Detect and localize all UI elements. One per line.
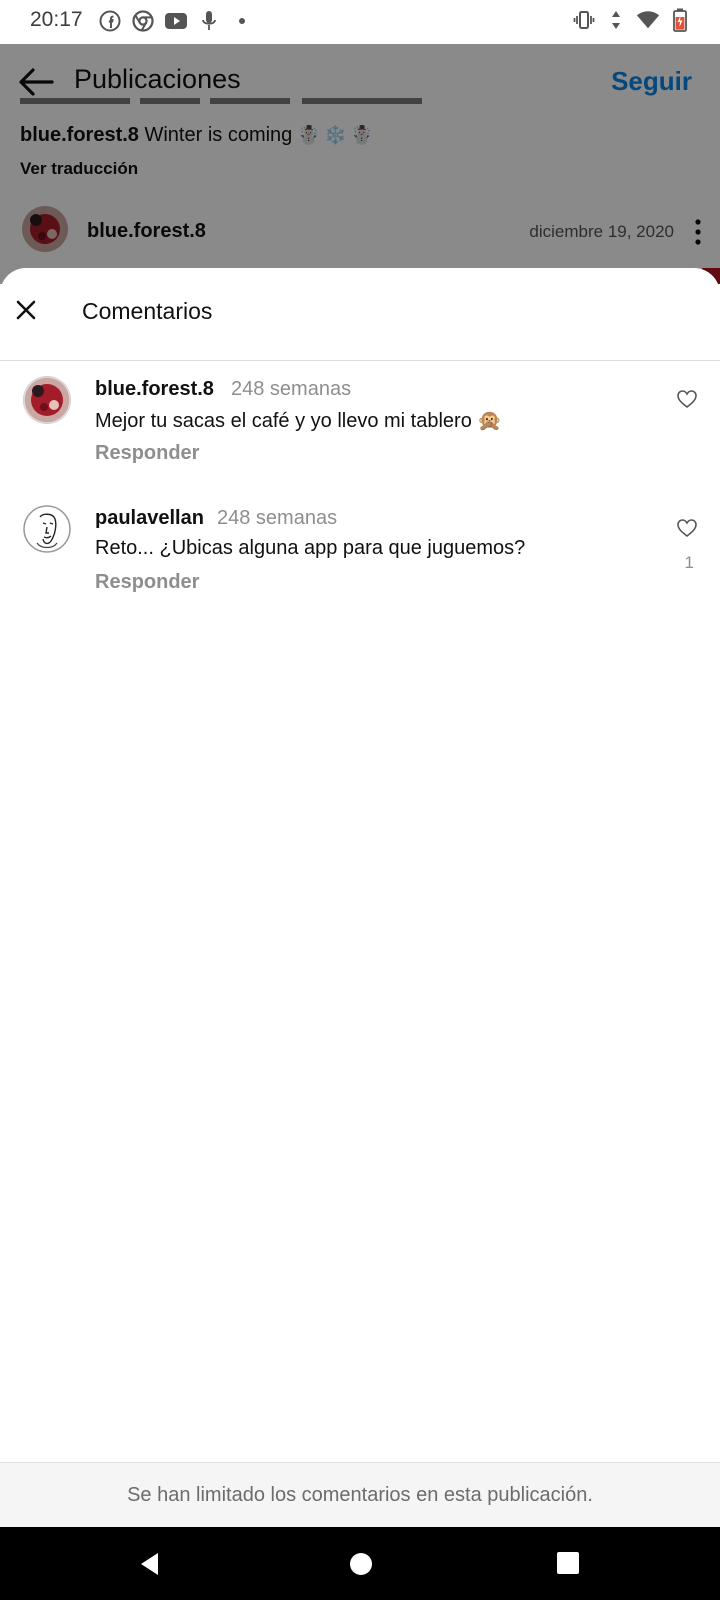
nav-home-button[interactable]	[349, 1552, 373, 1576]
see-translation-link[interactable]: Ver traducción	[20, 159, 138, 179]
comments-limited-notice: Se han limitado los comentarios en esta …	[0, 1462, 720, 1527]
triangle-back-icon	[141, 1553, 158, 1575]
caption-emoji: ☃️❄️☃️	[297, 125, 378, 145]
comment-item: paulavellan 248 semanas Reto... ¿Ubicas …	[0, 505, 720, 615]
sheet-divider	[0, 360, 720, 361]
close-icon	[16, 300, 36, 320]
status-time: 20:17	[30, 8, 83, 31]
comment-username[interactable]: paulavellan	[95, 507, 204, 530]
status-bar: 20:17	[0, 0, 720, 44]
reply-button[interactable]: Responder	[95, 571, 199, 594]
post-background: Publicaciones Seguir blue.forest.8 Winte…	[0, 44, 720, 284]
data-arrows-icon	[604, 8, 628, 32]
commenter-avatar[interactable]	[23, 376, 71, 424]
caption-text: Winter is coming	[144, 124, 293, 146]
mic-icon	[197, 9, 221, 33]
comment-username[interactable]: blue.forest.8	[95, 378, 214, 401]
youtube-icon	[164, 9, 188, 33]
facebook-icon	[98, 9, 122, 33]
caption-username[interactable]: blue.forest.8	[20, 124, 139, 146]
nav-back-button[interactable]	[136, 1549, 166, 1579]
follow-button[interactable]: Seguir	[611, 66, 692, 97]
comment-like-count[interactable]: 1	[685, 553, 694, 573]
post-date: diciembre 19, 2020	[529, 222, 674, 241]
caption-overflow-line	[20, 96, 440, 110]
comments-sheet: Comentarios blue.forest.8 248 semanas Me…	[0, 268, 720, 1528]
chrome-icon	[131, 9, 155, 33]
square-recents-icon	[557, 1552, 579, 1574]
nav-recents-button[interactable]	[557, 1552, 579, 1574]
reply-button[interactable]: Responder	[95, 442, 199, 465]
dot-icon	[230, 9, 254, 33]
heart-icon	[677, 390, 697, 409]
system-nav-bar	[0, 1527, 720, 1600]
close-button[interactable]	[12, 296, 40, 324]
circle-home-icon	[350, 1553, 372, 1575]
comment-item: blue.forest.8 248 semanas Mejor tu sacas…	[0, 376, 720, 486]
status-left-icons	[98, 9, 254, 33]
status-right-icons	[572, 8, 692, 32]
comment-text: Mejor tu sacas el café y yo llevo mi tab…	[95, 410, 503, 432]
more-options-icon[interactable]	[690, 218, 706, 246]
battery-icon	[668, 8, 692, 32]
commenter-avatar[interactable]	[23, 505, 71, 553]
like-comment-button[interactable]	[676, 517, 698, 539]
comment-text: Reto... ¿Ubicas alguna app para que jugu…	[95, 537, 526, 559]
heart-icon	[677, 519, 697, 538]
comment-time: 248 semanas	[217, 507, 338, 529]
page-title: Publicaciones	[74, 64, 241, 94]
vibrate-icon	[572, 8, 596, 32]
post-author-name[interactable]: blue.forest.8	[87, 220, 206, 243]
wifi-icon	[636, 8, 660, 32]
comment-time: 248 semanas	[231, 378, 352, 400]
post-caption: blue.forest.8 Winter is coming ☃️❄️☃️	[20, 124, 377, 147]
sheet-title: Comentarios	[82, 298, 213, 324]
like-comment-button[interactable]	[676, 388, 698, 410]
post-author-avatar[interactable]	[22, 206, 68, 252]
